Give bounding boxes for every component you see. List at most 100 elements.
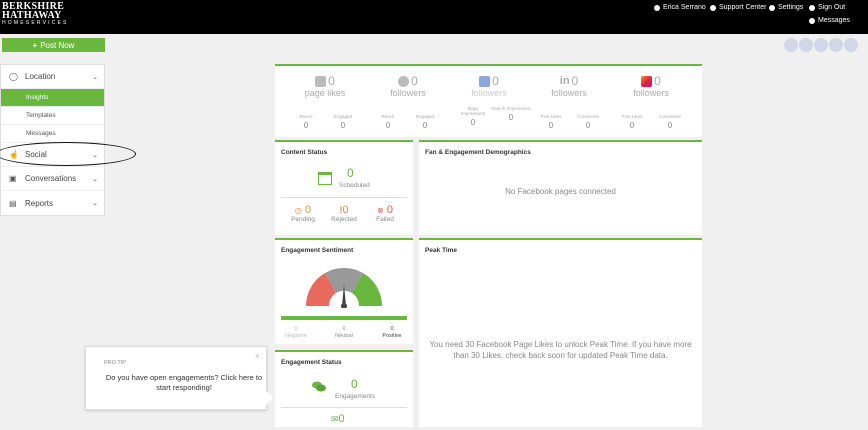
linkedin-post-likes: Post Likes 0 — [540, 114, 562, 130]
engagements-value: 0 — [351, 377, 358, 391]
scheduled-value: 0 — [347, 166, 354, 180]
user-icon — [654, 4, 660, 11]
positive-stat: 0 Positive — [382, 326, 402, 339]
location-label: Location — [25, 72, 56, 81]
engagement-status-title: Engagement Status — [281, 359, 342, 366]
facebook-reach: Reach 0 — [299, 114, 313, 130]
thumbs-up-icon: ☝ — [9, 150, 19, 159]
social-label: Social — [25, 150, 47, 159]
calendar-icon — [318, 172, 332, 185]
map-pin-icon: ◯ — [9, 72, 18, 81]
chevron-down-icon: ⌄ — [92, 175, 98, 183]
twitter-value: 0 — [411, 74, 418, 88]
sentiment-title: Engagement Sentiment — [281, 247, 354, 254]
x-circle-icon: ⊗ — [377, 206, 384, 215]
facebook-network-icon[interactable] — [784, 38, 798, 52]
settings-link[interactable]: Settings — [769, 4, 803, 11]
divider — [281, 197, 407, 198]
pro-tip-label: PRO TIP — [104, 360, 126, 366]
chat-icon — [809, 17, 815, 24]
sign-out-label: Sign Out — [818, 4, 846, 11]
pending-stat[interactable]: ◷ 0 Pending — [285, 204, 321, 223]
divider — [281, 407, 407, 408]
gmb-label: followers — [471, 88, 507, 98]
post-now-button[interactable]: + Post Now — [2, 38, 105, 52]
google-network-icon[interactable] — [814, 38, 828, 52]
messages-link[interactable]: Messages — [809, 17, 850, 24]
facebook-stat[interactable]: 0 page likes — [289, 74, 361, 98]
instagram-comments: Comments 0 — [659, 114, 681, 130]
content-status-title: Content Status — [281, 149, 328, 156]
twitter-label: followers — [390, 88, 426, 98]
twitter-network-icon[interactable] — [799, 38, 813, 52]
brand-logo[interactable]: BERKSHIRE HATHAWAY HOMESERVICES — [2, 2, 69, 27]
twitter-icon — [398, 75, 410, 87]
peak-time-message: You need 30 Facebook Page Likes to unloc… — [429, 340, 692, 360]
engagement-status-card: Engagement Status 0 Engagements ✉0 — [275, 350, 413, 427]
linkedin-label: followers — [551, 88, 587, 98]
instagram-label: followers — [633, 88, 669, 98]
sign-out-link[interactable]: Sign Out — [809, 4, 845, 11]
sign-out-icon — [809, 4, 815, 11]
linkedin-stat[interactable]: in 0 followers — [533, 74, 605, 98]
comment-icon: ▣ — [9, 174, 17, 183]
sidebar-item-reports[interactable]: ▤ Reports ⌄ — [1, 191, 104, 215]
rejected-stat[interactable]: !0 Rejected — [325, 204, 363, 223]
instagram-stat[interactable]: 0 followers — [615, 74, 687, 98]
gmb-search-impressions: Search Impressions 0 — [491, 106, 531, 122]
sidebar-item-conversations[interactable]: ▣ Conversations ⌄ — [1, 167, 104, 191]
help-icon — [710, 4, 716, 11]
envelope-open-icon: ✉ — [331, 414, 339, 424]
engagement-sentiment-card: Engagement Sentiment 0 Negative 0 Neutral … — [275, 238, 413, 344]
sidebar-item-templates[interactable]: Templates — [1, 107, 104, 125]
neutral-stat: 0 Neutral — [335, 326, 353, 339]
brand-line-2: HATHAWAY — [2, 10, 62, 21]
gmb-value: 0 — [492, 74, 499, 88]
twitter-reach: Reach 0 — [381, 114, 395, 130]
open-engagements-stat[interactable]: ✉0 — [331, 413, 345, 425]
instagram-post-likes: Post Likes 0 — [621, 114, 643, 130]
instagram-icon — [641, 75, 653, 87]
chat-bubbles-icon — [312, 381, 326, 392]
linkedin-comments: Comments 0 — [577, 114, 599, 130]
content-status-card: Content Status 0 Scheduled ◷ 0 Pending !… — [275, 140, 413, 235]
sidebar-item-insights[interactable]: Insights — [1, 89, 104, 107]
chevron-down-icon: ⌄ — [92, 73, 98, 81]
messages-label: Messages — [818, 17, 850, 24]
bar-chart-icon: ▤ — [9, 198, 17, 208]
linkedin-value: 0 — [571, 74, 579, 88]
engagements-label: Engagements — [335, 393, 376, 400]
chevron-down-icon: ⌄ — [92, 200, 98, 207]
top-bar: BERKSHIRE HATHAWAY HOMESERVICES Erica Se… — [0, 0, 868, 34]
conversations-label: Conversations — [25, 174, 77, 183]
chevron-down-icon: ⌄ — [92, 151, 98, 159]
gmb-maps-impressions: Maps Impressions 0 — [460, 106, 486, 127]
gear-icon — [769, 4, 775, 11]
failed-stat[interactable]: ⊗ 0 Failed — [367, 204, 403, 223]
sentiment-bar — [281, 316, 407, 320]
peak-time-card: Peak Time You need 30 Facebook Page Like… — [419, 238, 702, 427]
close-icon[interactable]: × — [255, 351, 260, 361]
facebook-label: page likes — [304, 88, 346, 98]
google-my-business-stat[interactable]: 0 followers — [453, 74, 525, 98]
sidebar-item-location[interactable]: ◯ Location ⌄ — [1, 65, 104, 89]
plus-icon: + — [32, 40, 38, 50]
connected-networks — [784, 38, 858, 52]
sidebar-item-social[interactable]: ☝ Social ⌄ — [1, 143, 104, 167]
network-stats-card: 0 page likes 0 followers 0 followers in 0… — [275, 64, 702, 137]
negative-stat: 0 Negative — [285, 326, 307, 339]
user-name: Erica Serrano — [663, 4, 706, 11]
facebook-icon — [315, 75, 327, 87]
pro-tip-popover[interactable]: PRO TIP × Do you have open engagements? … — [85, 346, 273, 410]
pro-tip-text[interactable]: Do you have open engagements? Click here… — [104, 373, 264, 393]
linkedin-network-icon[interactable] — [829, 38, 843, 52]
support-center-link[interactable]: Support Center — [710, 4, 766, 11]
sentiment-gauge — [305, 267, 383, 308]
instagram-network-icon[interactable] — [844, 38, 858, 52]
instagram-value: 0 — [654, 74, 661, 88]
settings-label: Settings — [778, 4, 804, 11]
twitter-stat[interactable]: 0 followers — [372, 74, 444, 98]
google-my-business-icon — [479, 75, 491, 87]
user-menu[interactable]: Erica Serrano — [654, 4, 706, 11]
sidebar-item-messages[interactable]: Messages — [1, 125, 104, 143]
